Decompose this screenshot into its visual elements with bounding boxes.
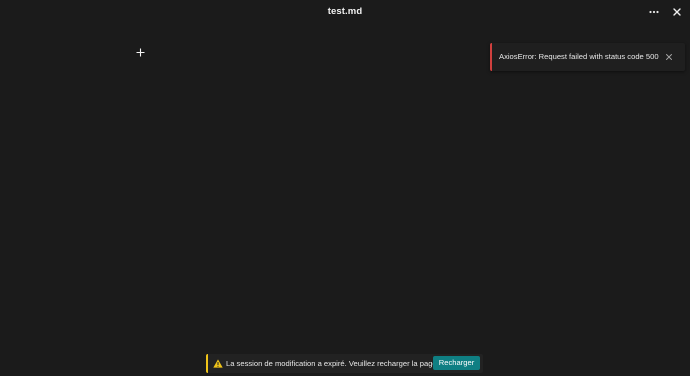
dismiss-toast-button[interactable]	[663, 51, 674, 62]
warning-icon	[213, 359, 223, 368]
close-icon	[673, 8, 681, 16]
error-toast-message: AxiosError: Request failed with status c…	[499, 52, 659, 61]
crosshair-cursor-icon	[136, 48, 145, 57]
session-expired-message: La session de modification a expiré. Veu…	[226, 359, 439, 368]
close-window-button[interactable]	[669, 5, 685, 19]
reload-button[interactable]: Recharger	[433, 356, 480, 370]
app-window: test.md AxiosError: Request failed with …	[0, 0, 690, 376]
close-icon	[665, 53, 672, 60]
document-title: test.md	[327, 6, 363, 17]
title-bar: test.md	[0, 0, 690, 24]
session-expired-banner: La session de modification a expiré. Veu…	[206, 354, 483, 373]
more-horizontal-icon	[649, 10, 659, 14]
more-options-button[interactable]	[646, 5, 662, 19]
error-toast: AxiosError: Request failed with status c…	[490, 43, 685, 71]
